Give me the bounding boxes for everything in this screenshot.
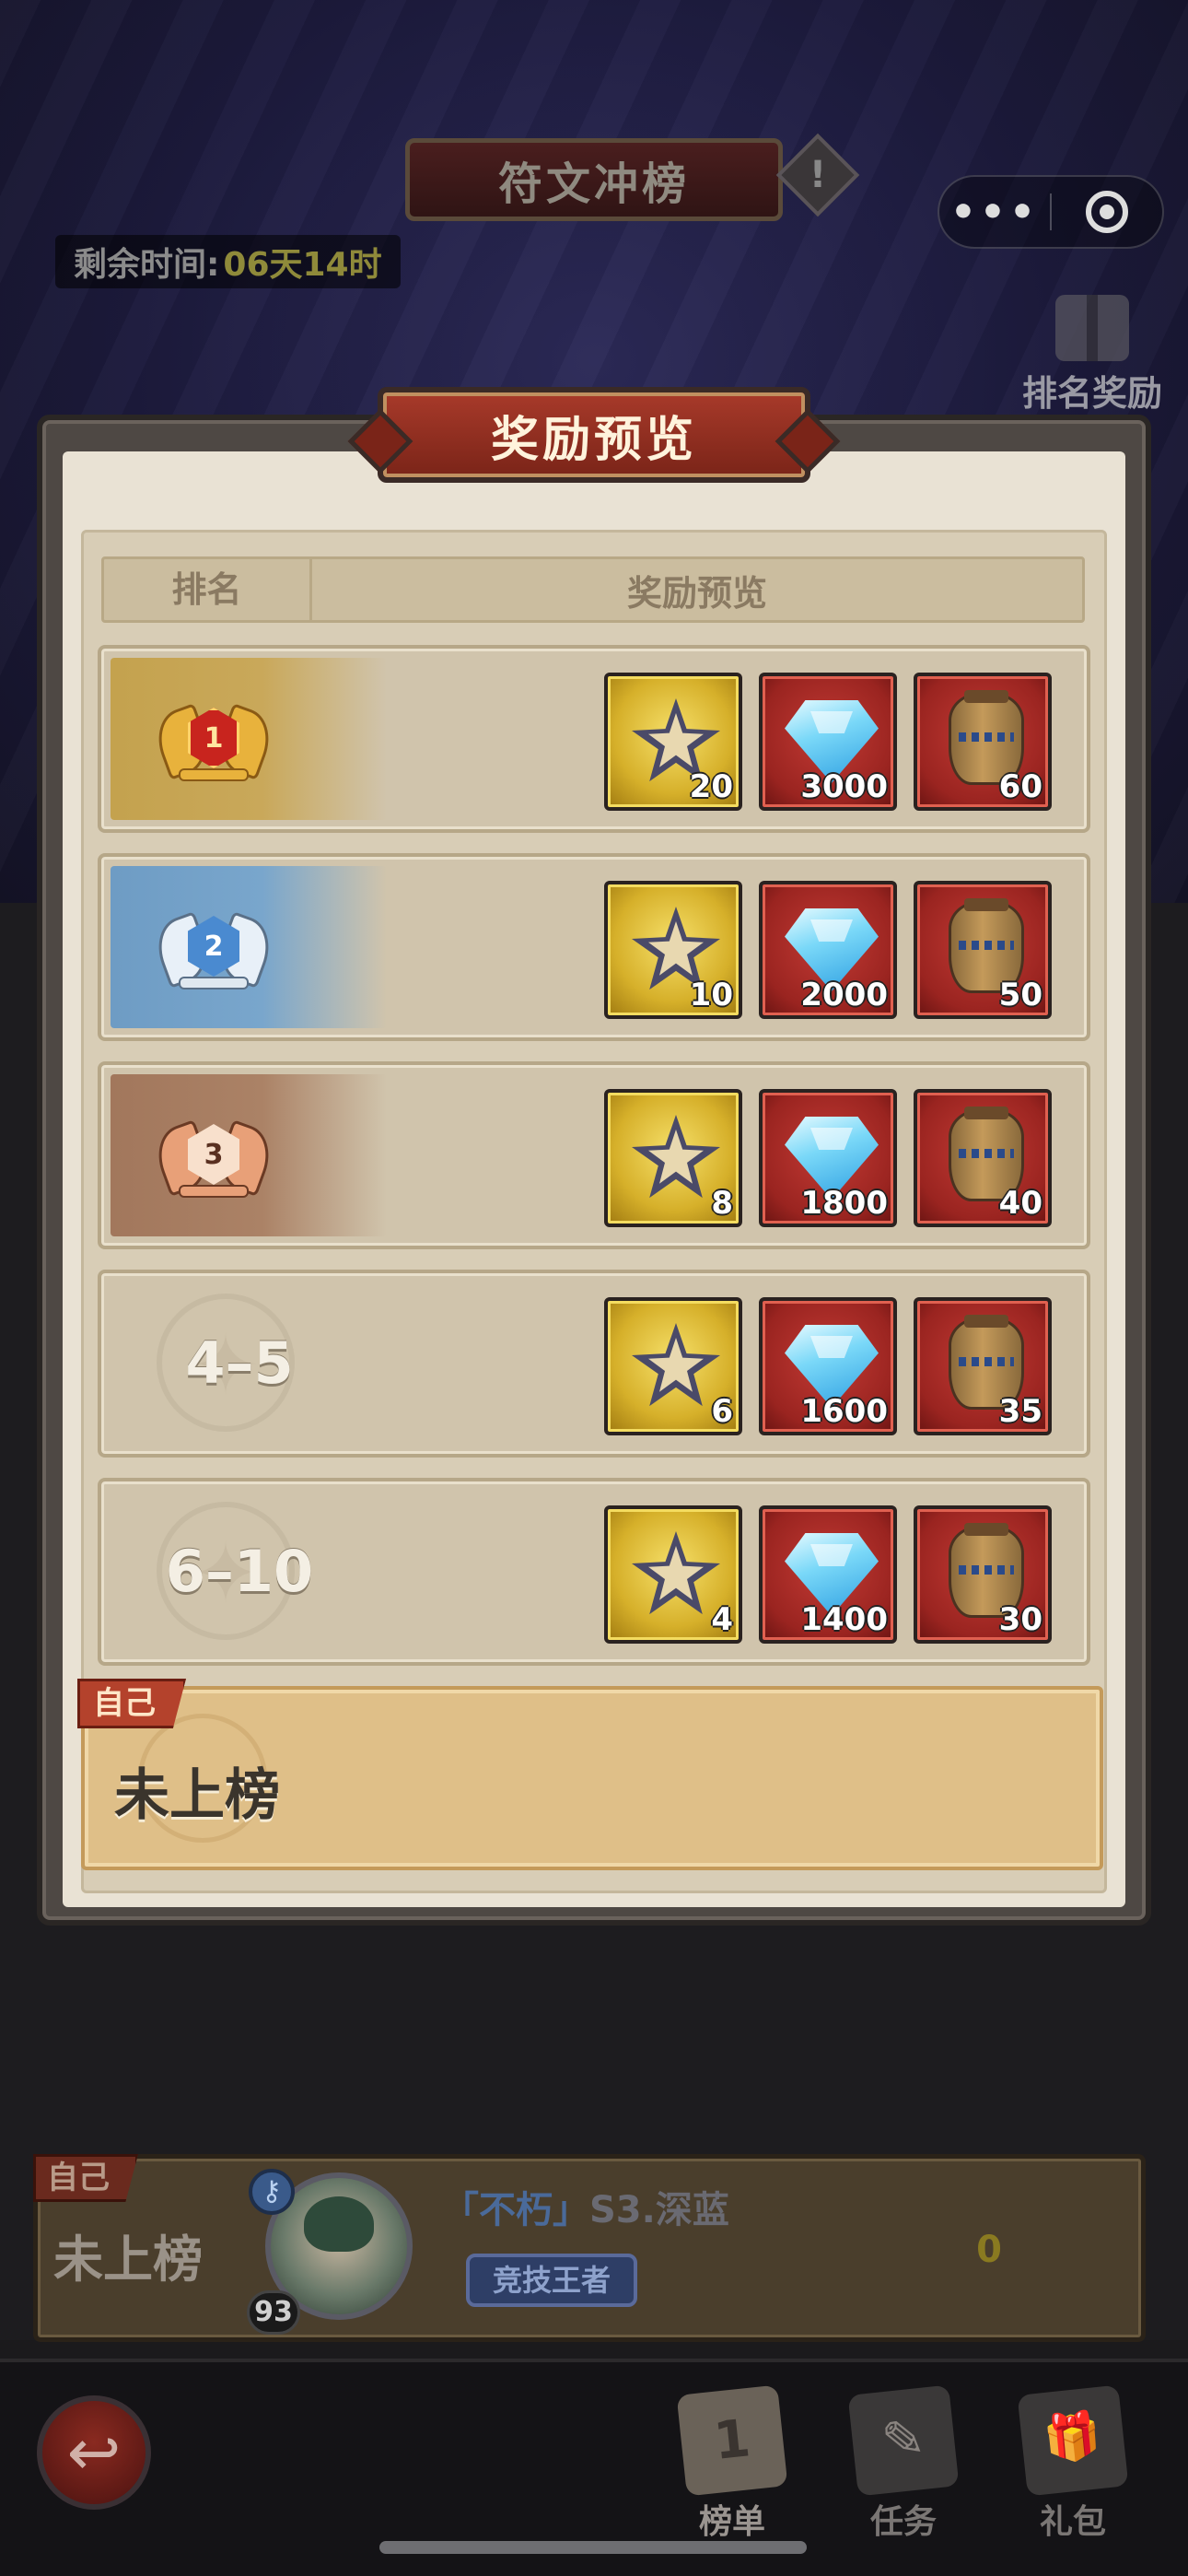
home-indicator[interactable] xyxy=(379,2541,807,2554)
player-name-line: 「不朽」S3.深蓝 xyxy=(442,2180,729,2233)
header-rank: 排名 xyxy=(104,559,312,620)
reward-count: 30 xyxy=(998,1601,1042,1638)
nav-leaderboard[interactable]: 榜单 xyxy=(663,2384,801,2543)
reward-item-rune[interactable]: 6 xyxy=(604,1297,742,1435)
self-tag: 自己 xyxy=(77,1679,186,1728)
table-header: 排名 奖励预览 xyxy=(101,556,1085,623)
rune-star-icon xyxy=(632,1531,720,1615)
reward-count: 20 xyxy=(689,768,733,805)
player-level: 93 xyxy=(247,2290,300,2335)
reward-count: 4 xyxy=(711,1601,733,1638)
close-button[interactable] xyxy=(1052,191,1162,233)
reward-item-diamond[interactable]: 1800 xyxy=(759,1089,897,1227)
reward-count: 1800 xyxy=(800,1185,888,1222)
reward-row-rank-3: 3 8 1800 40 xyxy=(98,1061,1090,1249)
reward-item-rune[interactable]: 4 xyxy=(604,1505,742,1644)
player-score: 0 xyxy=(976,2229,1002,2271)
reward-count: 2000 xyxy=(800,977,888,1013)
reward-item-diamond[interactable]: 3000 xyxy=(759,673,897,811)
modal-title: 奖励预览 xyxy=(378,387,810,483)
reward-item-rune[interactable]: 10 xyxy=(604,881,742,1019)
reward-item-pot[interactable]: 60 xyxy=(914,673,1052,811)
key-icon: ⚷ xyxy=(249,2169,295,2215)
reward-item-pot[interactable]: 30 xyxy=(914,1505,1052,1644)
rank-reward-label: 排名奖励 xyxy=(1021,373,1162,414)
nav-label: 礼包 xyxy=(1039,2503,1106,2541)
reward-item-diamond[interactable]: 2000 xyxy=(759,881,897,1019)
remaining-time-value: 06天14时 xyxy=(223,246,382,284)
gift-icon xyxy=(1017,2384,1129,2497)
reward-item-diamond[interactable]: 1600 xyxy=(759,1297,897,1435)
gift-icon xyxy=(1055,295,1129,361)
rune-star-icon xyxy=(632,1115,720,1199)
reward-item-pot[interactable]: 40 xyxy=(914,1089,1052,1227)
reward-count: 10 xyxy=(689,977,733,1013)
reward-count: 40 xyxy=(998,1185,1042,1222)
reward-count: 35 xyxy=(998,1393,1042,1430)
leaderboard-icon xyxy=(676,2384,788,2497)
reward-count: 1400 xyxy=(800,1601,888,1638)
remaining-time-label: 剩余时间: xyxy=(74,246,220,284)
reward-row-rank-4-5: 4–5 6 1600 35 xyxy=(98,1270,1090,1458)
silver-medal-icon: 2 xyxy=(148,892,279,1006)
nav-tasks[interactable]: 任务 xyxy=(834,2384,973,2543)
more-button[interactable]: ••• xyxy=(939,189,1050,236)
reward-row-rank-1: 1 20 3000 60 xyxy=(98,645,1090,833)
rank-range: 6–10 xyxy=(165,1538,314,1605)
reward-item-pot[interactable]: 35 xyxy=(914,1297,1052,1435)
player-badge: 竞技王者 xyxy=(466,2254,637,2307)
scroll-icon xyxy=(847,2384,960,2497)
reward-item-diamond[interactable]: 1400 xyxy=(759,1505,897,1644)
bronze-medal-icon: 3 xyxy=(148,1100,279,1214)
reward-row-rank-2: 2 10 2000 50 xyxy=(98,853,1090,1041)
reward-count: 6 xyxy=(711,1393,733,1430)
self-rank-status: 未上榜 xyxy=(114,1763,280,1828)
my-rank-status: 未上榜 xyxy=(53,2231,203,2289)
nav-label: 任务 xyxy=(869,2503,937,2541)
rank-range: 4–5 xyxy=(185,1329,294,1397)
gold-medal-icon: 1 xyxy=(148,684,279,798)
mini-program-capsule: ••• xyxy=(938,175,1164,249)
remaining-time: 剩余时间: 06天14时 xyxy=(55,235,401,288)
rank-reward-button[interactable]: 排名奖励 xyxy=(1000,295,1184,416)
reward-item-pot[interactable]: 50 xyxy=(914,881,1052,1019)
reward-row-rank-6-10: 6–10 4 1400 30 xyxy=(98,1478,1090,1666)
nav-label: 榜单 xyxy=(698,2503,765,2541)
nav-gift-pack[interactable]: 礼包 xyxy=(1004,2384,1142,2543)
reward-count: 50 xyxy=(998,977,1042,1013)
reward-count: 3000 xyxy=(800,768,888,805)
rune-star-icon xyxy=(632,1323,720,1407)
reward-count: 60 xyxy=(998,768,1042,805)
back-arrow-icon: ↩ xyxy=(66,2415,122,2490)
header-rewards: 奖励预览 xyxy=(626,572,767,614)
reward-item-rune[interactable]: 20 xyxy=(604,673,742,811)
reward-item-rune[interactable]: 8 xyxy=(604,1089,742,1227)
reward-count: 8 xyxy=(711,1185,733,1222)
target-icon xyxy=(1085,191,1128,233)
my-rank-tag: 自己 xyxy=(33,2154,138,2202)
reward-count: 1600 xyxy=(800,1393,888,1430)
back-button[interactable]: ↩ xyxy=(37,2395,151,2510)
player-name: S3.深蓝 xyxy=(589,2189,729,2231)
player-title-tag: 「不朽」 xyxy=(442,2189,589,2231)
exclamation-icon: ! xyxy=(809,154,827,196)
event-title: 符文冲榜 xyxy=(405,138,783,221)
